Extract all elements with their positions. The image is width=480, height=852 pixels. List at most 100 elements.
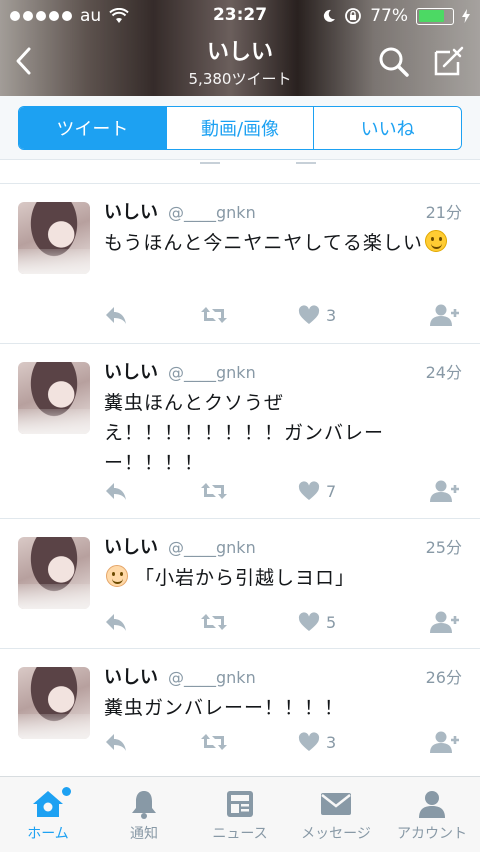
- reply-icon: [106, 614, 126, 631]
- add-user-icon: [430, 611, 459, 633]
- unread-dot: [62, 787, 71, 796]
- tweet-actions: 5: [104, 609, 462, 635]
- like-count: 5: [326, 612, 337, 632]
- avatar[interactable]: [18, 362, 90, 434]
- tweet-timestamp: 25分: [425, 538, 462, 557]
- like-button[interactable]: 3: [298, 732, 336, 752]
- tweet-author-handle: @____gnkn: [168, 538, 256, 557]
- avatar[interactable]: [18, 667, 90, 739]
- tweet-author-handle: @____gnkn: [168, 363, 256, 382]
- tweet-author-name: いしい: [104, 537, 158, 558]
- tweet-text: 糞虫ガンバレーー！！！！: [104, 697, 345, 719]
- retweet-button[interactable]: [200, 732, 228, 752]
- tab-tweets[interactable]: ツイート: [19, 107, 167, 149]
- bell-icon: [132, 791, 156, 819]
- tweet-item[interactable]: いしい @____gnkn 26分 糞虫ガンバレーー！！！！ 3: [0, 649, 480, 776]
- segmented-control: ツイート 動画/画像 いいね: [18, 106, 462, 150]
- tab-home[interactable]: ホーム: [0, 777, 96, 852]
- heart-icon: [298, 305, 320, 324]
- tweet-timestamp: 21分: [425, 203, 462, 222]
- retweet-icon: [201, 734, 227, 750]
- tweet-text: 糞虫ほんとクソうぜえ！！！！！！！！ガンバレーー！！！！: [104, 392, 385, 474]
- reply-button[interactable]: [104, 481, 128, 501]
- avatar[interactable]: [18, 202, 90, 274]
- tab-messages[interactable]: メッセージ: [288, 777, 384, 852]
- tweet-author-name: いしい: [104, 362, 158, 383]
- follow-button[interactable]: [430, 479, 460, 503]
- tweet-author-handle: @____gnkn: [168, 203, 256, 222]
- heart-icon: [298, 732, 320, 751]
- charging-icon: [462, 9, 470, 23]
- tweet-item[interactable]: いしい @____gnkn 25分 「小岩から引越しヨロ」 5: [0, 519, 480, 649]
- retweet-icon: [201, 483, 227, 499]
- compose-tweet-button[interactable]: [432, 44, 466, 82]
- tab-media[interactable]: 動画/画像: [166, 107, 315, 149]
- retweet-icon: [201, 614, 227, 630]
- bottom-tab-bar: ホーム 通知 ニュース メッセージ アカウント: [0, 776, 480, 852]
- reply-icon: [106, 734, 126, 751]
- follow-button[interactable]: [430, 610, 460, 634]
- previous-tweet-edge: [0, 160, 480, 184]
- search-button[interactable]: [378, 46, 410, 82]
- reply-icon: [106, 483, 126, 500]
- like-button[interactable]: 7: [298, 481, 336, 501]
- tweet-actions: 3: [104, 729, 462, 755]
- tab-notifications[interactable]: 通知: [96, 777, 192, 852]
- like-count: 3: [326, 732, 337, 752]
- timeline[interactable]: いしい @____gnkn 21分 もうほんと今ニヤニヤしてる楽しい 3 いしい…: [0, 160, 480, 776]
- battery-icon: [416, 7, 454, 25]
- tweet-item[interactable]: いしい @____gnkn 21分 もうほんと今ニヤニヤしてる楽しい 3: [0, 184, 480, 344]
- status-bar: au 23:27 77%: [0, 0, 480, 32]
- like-button[interactable]: 5: [298, 612, 336, 632]
- rotation-lock-icon: [345, 8, 362, 24]
- tweet-item[interactable]: いしい @____gnkn 24分 糞虫ほんとクソうぜえ！！！！！！！！ガンバレ…: [0, 344, 480, 519]
- heart-icon: [298, 481, 320, 500]
- profile-header: au 23:27 77% いしい 5,380ツイート: [0, 0, 480, 96]
- tweet-author-handle: @____gnkn: [168, 668, 256, 687]
- tab-messages-label: メッセージ: [301, 826, 371, 842]
- tweet-text: もうほんと今ニヤニヤしてる楽しい: [104, 228, 458, 258]
- like-button[interactable]: 3: [298, 305, 336, 325]
- tab-news[interactable]: ニュース: [192, 777, 288, 852]
- avatar[interactable]: [18, 537, 90, 609]
- retweet-icon: [201, 307, 227, 323]
- reply-icon: [106, 307, 126, 324]
- tweet-actions: 7: [104, 478, 462, 504]
- battery-percentage: 77%: [370, 6, 408, 26]
- retweet-button[interactable]: [200, 612, 228, 632]
- news-icon: [227, 791, 253, 817]
- profile-tabs: ツイート 動画/画像 いいね: [0, 96, 480, 160]
- baby-face-emoji: [106, 565, 128, 587]
- tab-news-label: ニュース: [212, 826, 268, 842]
- reply-button[interactable]: [104, 305, 128, 325]
- follow-button[interactable]: [430, 730, 460, 754]
- reply-button[interactable]: [104, 732, 128, 752]
- tab-account[interactable]: アカウント: [384, 777, 480, 852]
- search-icon: [379, 47, 409, 77]
- tab-home-label: ホーム: [27, 826, 69, 842]
- envelope-icon: [321, 793, 351, 815]
- add-user-icon: [430, 480, 459, 502]
- tab-notifications-label: 通知: [130, 826, 158, 842]
- smiling-face-emoji: [424, 230, 447, 252]
- add-user-icon: [430, 731, 459, 753]
- tweet-text: 「小岩から引越しヨロ」: [104, 563, 458, 593]
- account-icon: [419, 791, 445, 818]
- compose-icon: [434, 46, 464, 76]
- moon-icon: [324, 9, 336, 22]
- add-user-icon: [430, 304, 459, 326]
- like-count: 7: [326, 481, 337, 501]
- home-icon: [33, 791, 63, 817]
- reply-button[interactable]: [104, 612, 128, 632]
- tweet-author-name: いしい: [104, 202, 158, 223]
- like-count: 3: [326, 305, 337, 325]
- follow-button[interactable]: [430, 303, 460, 327]
- retweet-button[interactable]: [200, 481, 228, 501]
- retweet-button[interactable]: [200, 305, 228, 325]
- tweet-author-name: いしい: [104, 667, 158, 688]
- tweet-timestamp: 26分: [425, 668, 462, 687]
- tab-likes[interactable]: いいね: [314, 107, 461, 149]
- tab-account-label: アカウント: [397, 826, 467, 842]
- tweet-actions: 3: [104, 302, 462, 328]
- tweet-timestamp: 24分: [425, 363, 462, 382]
